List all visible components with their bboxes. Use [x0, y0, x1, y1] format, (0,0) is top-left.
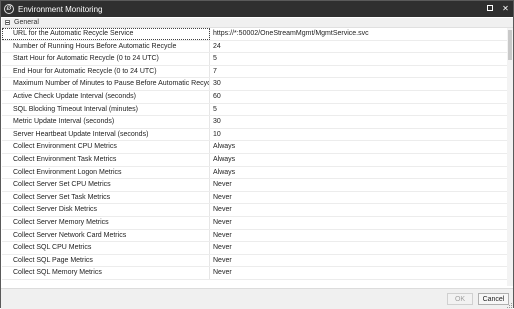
group-label: General: [14, 19, 39, 26]
property-row[interactable]: Maximum Number of Minutes to Pause Befor…: [2, 78, 507, 91]
property-value[interactable]: Never: [210, 255, 507, 267]
property-name: SQL Blocking Timeout Interval (minutes): [2, 103, 210, 116]
resize-grip-icon[interactable]: [507, 303, 512, 308]
property-value[interactable]: Never: [210, 204, 507, 216]
property-value[interactable]: Always: [210, 141, 507, 153]
property-value[interactable]: Never: [210, 267, 507, 279]
property-name: Collect Server Set CPU Metrics: [2, 179, 210, 191]
property-value[interactable]: Always: [210, 154, 507, 166]
property-name: Collect Server Set Task Metrics: [2, 191, 210, 204]
property-name: Number of Running Hours Before Automatic…: [2, 40, 210, 53]
property-row[interactable]: Collect SQL Memory Metrics Never: [2, 267, 507, 280]
property-name: Collect Server Memory Metrics: [2, 216, 210, 229]
property-row[interactable]: End Hour for Automatic Recycle (0 to 24 …: [2, 65, 507, 79]
property-name: Collect Environment Task Metrics: [2, 153, 210, 166]
property-row[interactable]: Collect Environment Logon Metrics Always: [2, 166, 507, 180]
property-value[interactable]: 30: [210, 78, 507, 90]
window-title: Environment Monitoring: [18, 4, 103, 14]
property-name: Collect SQL Memory Metrics: [2, 267, 210, 279]
property-value[interactable]: Never: [210, 242, 507, 254]
property-row[interactable]: Metric Update Interval (seconds) 30: [2, 116, 507, 129]
property-row[interactable]: Server Heartbeat Update Interval (second…: [2, 128, 507, 142]
property-row[interactable]: Collect Environment Task Metrics Always: [2, 153, 507, 167]
property-row[interactable]: Collect SQL Page Metrics Never: [2, 254, 507, 268]
property-name: Collect Server Disk Metrics: [2, 204, 210, 216]
close-button[interactable]: ✕: [501, 3, 510, 14]
ok-button[interactable]: OK: [447, 293, 473, 305]
vertical-scrollbar[interactable]: [507, 28, 513, 286]
property-value[interactable]: 60: [210, 91, 507, 103]
property-row[interactable]: URL for the Automatic Recycle Service htt…: [2, 28, 507, 41]
property-row[interactable]: SQL Blocking Timeout Interval (minutes) 5: [2, 103, 507, 117]
property-value[interactable]: 24: [210, 41, 507, 53]
property-grid: General URL for the Automatic Recycle Se…: [2, 18, 513, 288]
property-name: Server Heartbeat Update Interval (second…: [2, 128, 210, 141]
property-name: End Hour for Automatic Recycle (0 to 24 …: [2, 65, 210, 78]
property-row[interactable]: Collect Server Set Task Metrics Never: [2, 191, 507, 205]
property-row[interactable]: Start Hour for Automatic Recycle (0 to 2…: [2, 53, 507, 66]
group-header-general[interactable]: General: [2, 18, 513, 28]
property-value[interactable]: 7: [210, 66, 507, 78]
property-name: Collect Environment Logon Metrics: [2, 166, 210, 179]
property-value[interactable]: 5: [210, 53, 507, 65]
property-name: Collect Environment CPU Metrics: [2, 141, 210, 153]
property-row[interactable]: Collect Server Set CPU Metrics Never: [2, 179, 507, 192]
property-row[interactable]: Collect Server Memory Metrics Never: [2, 216, 507, 230]
property-row[interactable]: Collect Environment CPU Metrics Always: [2, 141, 507, 154]
scrollbar-thumb[interactable]: [508, 30, 512, 60]
property-value[interactable]: https://*:50002/OneStreamMgmt/MgmtServic…: [210, 28, 507, 40]
maximize-button[interactable]: [487, 3, 496, 14]
property-name: URL for the Automatic Recycle Service: [2, 28, 210, 40]
property-value[interactable]: Never: [210, 192, 507, 204]
property-row[interactable]: Active Check Update Interval (seconds) 60: [2, 90, 507, 104]
property-value[interactable]: Always: [210, 167, 507, 179]
property-value[interactable]: Never: [210, 179, 507, 191]
property-row[interactable]: Collect Server Disk Metrics Never: [2, 204, 507, 217]
onestream-logo-icon: Ø: [4, 4, 14, 14]
property-value[interactable]: Never: [210, 217, 507, 229]
dialog-footer: OK Cancel: [1, 288, 513, 309]
property-name: Collect SQL CPU Metrics: [2, 242, 210, 254]
property-value[interactable]: 10: [210, 129, 507, 141]
property-name: Maximum Number of Minutes to Pause Befor…: [2, 78, 210, 90]
property-name: Collect SQL Page Metrics: [2, 254, 210, 267]
property-name: Active Check Update Interval (seconds): [2, 90, 210, 103]
property-value[interactable]: 5: [210, 104, 507, 116]
property-rows: URL for the Automatic Recycle Service htt…: [2, 28, 507, 280]
property-name: Metric Update Interval (seconds): [2, 116, 210, 128]
property-value[interactable]: Never: [210, 230, 507, 242]
property-row[interactable]: Collect Server Network Card Metrics Never: [2, 229, 507, 243]
maximize-icon: [487, 5, 493, 11]
environment-monitoring-dialog: Ø Environment Monitoring ✕ General URL f…: [0, 0, 514, 309]
property-name: Start Hour for Automatic Recycle (0 to 2…: [2, 53, 210, 65]
property-row[interactable]: Number of Running Hours Before Automatic…: [2, 40, 507, 54]
property-name: Collect Server Network Card Metrics: [2, 229, 210, 242]
property-row[interactable]: Collect SQL CPU Metrics Never: [2, 242, 507, 255]
title-bar[interactable]: Ø Environment Monitoring ✕: [1, 1, 513, 17]
collapse-icon[interactable]: [5, 20, 10, 25]
property-value[interactable]: 30: [210, 116, 507, 128]
close-icon: ✕: [502, 4, 509, 13]
cancel-button[interactable]: Cancel: [478, 293, 509, 305]
